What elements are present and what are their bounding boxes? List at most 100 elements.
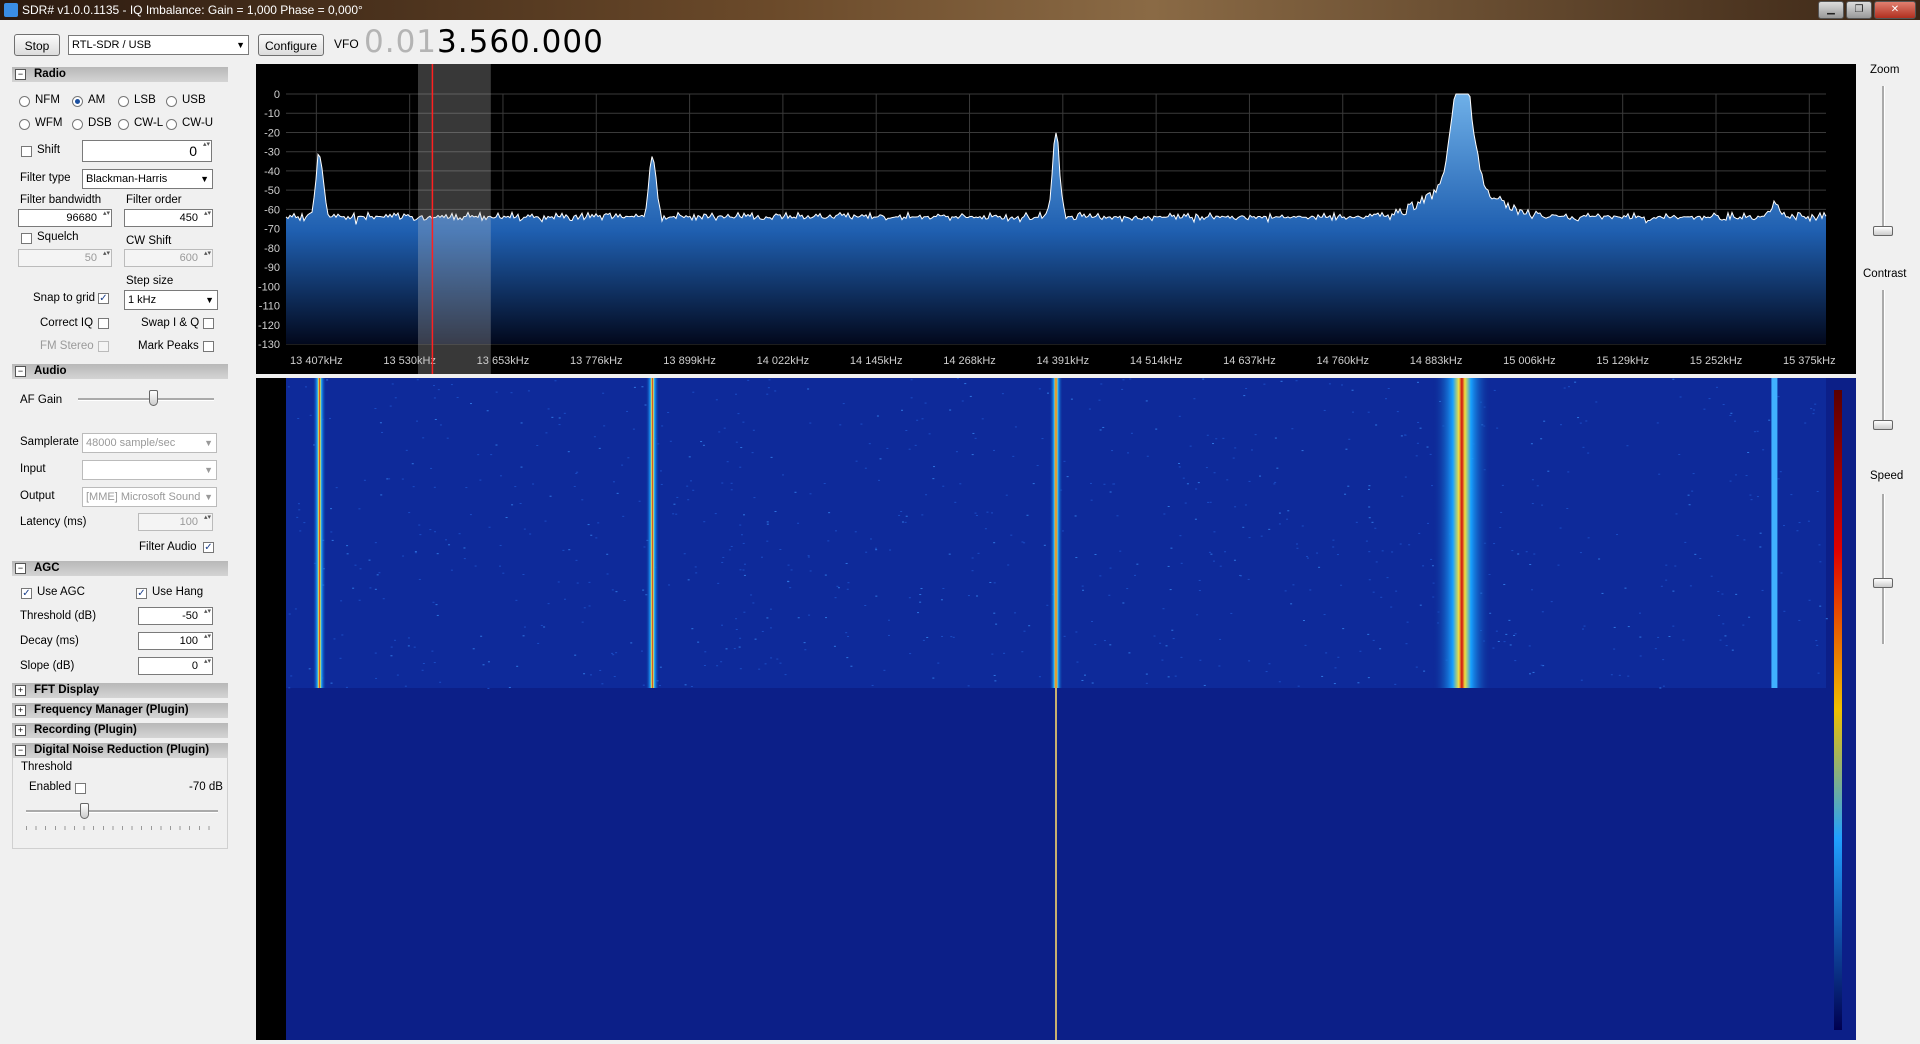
mode-radio-am[interactable] <box>72 96 83 107</box>
waterfall-noise <box>807 556 810 558</box>
waterfall-noise <box>807 388 810 390</box>
waterfall-noise <box>959 483 962 485</box>
expand-icon[interactable]: + <box>15 725 26 736</box>
squelch-stepper[interactable]: 50 <box>18 249 112 267</box>
waterfall-noise <box>1202 378 1205 380</box>
use-hang-checkbox[interactable]: ✓ <box>136 588 147 599</box>
waterfall-noise <box>1372 591 1375 593</box>
expand-icon[interactable]: + <box>15 685 26 696</box>
zoom-track[interactable] <box>1882 86 1885 236</box>
waterfall-noise <box>330 508 333 510</box>
waterfall-noise <box>523 528 526 530</box>
speed-slider-thumb[interactable] <box>1873 578 1893 588</box>
mode-radio-usb[interactable] <box>166 96 177 107</box>
input-select[interactable]: ▼ <box>82 460 217 480</box>
waterfall-noise <box>1368 485 1371 487</box>
audio-section-header[interactable]: − Audio <box>12 364 228 379</box>
waterfall-noise <box>1219 565 1222 567</box>
waterfall-noise <box>431 650 434 652</box>
fft-display-section-header[interactable]: + FFT Display <box>12 683 228 698</box>
output-select[interactable]: [MME] Microsoft Sound ▼ <box>82 487 217 507</box>
threshold-stepper[interactable]: -50 <box>138 607 213 625</box>
squelch-checkbox[interactable] <box>21 233 32 244</box>
waterfall-noise <box>599 669 602 671</box>
mode-radio-cwu[interactable] <box>166 119 177 130</box>
collapse-icon[interactable]: − <box>15 563 26 574</box>
mode-radio-cwl[interactable] <box>118 119 129 130</box>
recording-section-header[interactable]: + Recording (Plugin) <box>12 723 228 738</box>
mark-peaks-checkbox[interactable] <box>203 341 214 352</box>
step-size-select[interactable]: 1 kHz ▼ <box>124 290 218 310</box>
chevron-down-icon: ▼ <box>236 40 245 50</box>
collapse-icon[interactable]: − <box>15 366 26 377</box>
slope-stepper[interactable]: 0 <box>138 657 213 675</box>
dnr-threshold-slider-thumb[interactable] <box>79 803 89 819</box>
spectrum-chart[interactable]: 0 -10 -20 -30 -40 -50 -60 -70 -80 -90 -100 -110 -120… <box>256 64 1856 374</box>
snap-to-grid-checkbox[interactable]: ✓ <box>98 293 109 304</box>
collapse-icon[interactable]: − <box>15 745 26 756</box>
vfo-frequency[interactable]: 0.013.560.000 <box>364 24 604 60</box>
af-gain-slider-thumb[interactable] <box>148 390 158 406</box>
waterfall-noise <box>1161 659 1164 661</box>
contrast-track[interactable] <box>1882 290 1885 430</box>
waterfall-noise <box>1699 557 1702 559</box>
waterfall-display[interactable] <box>256 378 1856 1040</box>
use-agc-checkbox[interactable]: ✓ <box>21 588 32 599</box>
waterfall-noise <box>588 605 591 607</box>
filter-audio-checkbox[interactable]: ✓ <box>203 542 214 553</box>
waterfall-noise <box>1708 398 1711 400</box>
shift-checkbox[interactable] <box>21 146 32 157</box>
waterfall-chart[interactable] <box>256 378 1856 1040</box>
waterfall-noise <box>1390 606 1393 608</box>
waterfall-noise <box>994 680 997 682</box>
dnr-enabled-checkbox[interactable] <box>75 783 86 794</box>
waterfall-noise <box>333 638 336 640</box>
frequency-manager-section-header[interactable]: + Frequency Manager (Plugin) <box>12 703 228 718</box>
waterfall-noise <box>450 569 453 571</box>
mode-radio-dsb[interactable] <box>72 119 83 130</box>
swap-iq-checkbox[interactable] <box>203 318 214 329</box>
filter-type-select[interactable]: Blackman-Harris ▼ <box>82 169 213 189</box>
correct-iq-checkbox[interactable] <box>98 318 109 329</box>
cw-shift-stepper[interactable]: 600 <box>124 249 213 267</box>
waterfall-noise <box>429 529 432 531</box>
expand-icon[interactable]: + <box>15 705 26 716</box>
zoom-slider-thumb[interactable] <box>1873 226 1893 236</box>
mode-radio-wfm[interactable] <box>19 119 30 130</box>
radio-section-header[interactable]: − Radio <box>12 67 228 82</box>
spectrum-display[interactable]: 0 -10 -20 -30 -40 -50 -60 -70 -80 -90 -100 -110 -120… <box>256 64 1856 374</box>
minimize-icon[interactable]: ▁ <box>1818 1 1844 19</box>
waterfall-noise <box>1401 495 1404 497</box>
stop-button[interactable]: Stop <box>14 34 60 56</box>
fm-stereo-checkbox[interactable] <box>98 341 109 352</box>
source-select[interactable]: RTL-SDR / USB ▼ <box>68 35 249 55</box>
latency-stepper[interactable]: 100 <box>138 513 213 531</box>
dnr-db-value: -70 dB <box>189 781 223 793</box>
waterfall-noise <box>766 521 769 523</box>
collapse-icon[interactable]: − <box>15 69 26 80</box>
maximize-icon[interactable]: ❐ <box>1846 1 1872 19</box>
af-gain-track[interactable] <box>78 398 214 401</box>
waterfall-noise <box>433 397 436 399</box>
mode-radio-nfm[interactable] <box>19 96 30 107</box>
waterfall-noise <box>1779 471 1782 473</box>
samplerate-select[interactable]: 48000 sample/sec ▼ <box>82 433 217 453</box>
agc-section-header[interactable]: − AGC <box>12 561 228 576</box>
configure-button[interactable]: Configure <box>258 34 324 56</box>
waterfall-noise <box>601 683 604 685</box>
waterfall-noise <box>1743 539 1746 541</box>
close-icon[interactable]: ✕ <box>1874 1 1916 19</box>
shift-stepper[interactable]: 0 <box>82 140 212 162</box>
speed-track[interactable] <box>1882 494 1885 644</box>
waterfall-noise <box>1337 656 1340 658</box>
contrast-slider-thumb[interactable] <box>1873 420 1893 430</box>
decay-stepper[interactable]: 100 <box>138 632 213 650</box>
dnr-section-header[interactable]: − Digital Noise Reduction (Plugin) <box>12 743 228 758</box>
waterfall-noise <box>879 458 882 460</box>
filter-order-stepper[interactable]: 450 <box>124 209 213 227</box>
dnr-threshold-track[interactable] <box>26 810 218 813</box>
waterfall-noise <box>611 589 614 591</box>
mode-radio-lsb[interactable] <box>118 96 129 107</box>
filter-bandwidth-stepper[interactable]: 96680 <box>18 209 112 227</box>
waterfall-noise <box>1367 411 1370 413</box>
